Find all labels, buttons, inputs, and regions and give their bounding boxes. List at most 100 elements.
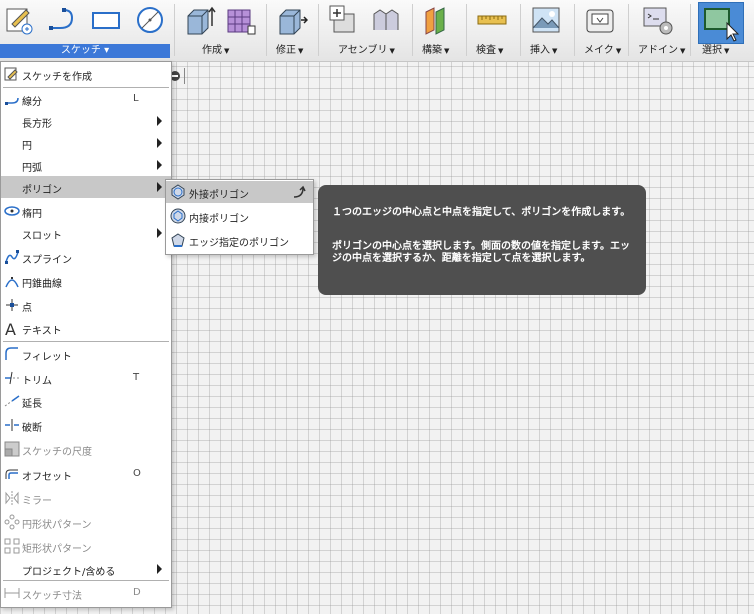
extend-icon	[4, 395, 20, 407]
menu-item-label: 点	[22, 303, 32, 314]
menu-item-sketch-scale[interactable]: スケッチの尺度	[1, 438, 171, 460]
menu-item-circular-pattern[interactable]: 円形状パターン	[1, 511, 171, 533]
toolbar-separator	[318, 4, 319, 56]
menu-item-label: オフセット	[22, 472, 72, 483]
spline-icon	[5, 250, 19, 264]
sketch-dropdown-menu: スケッチを作成 線分 L 長方形 円 円弧 ポリゴン 楕円 スロット スプライン…	[0, 61, 172, 608]
offset-icon	[5, 469, 18, 479]
create-menu-label[interactable]: 作成 ▼	[202, 44, 229, 58]
measure-icon[interactable]	[476, 4, 508, 36]
inspect-menu-label[interactable]: 検査 ▼	[476, 44, 503, 58]
select-menu-label[interactable]: 選択 ▼	[702, 44, 729, 58]
toolbar-separator	[466, 4, 467, 56]
joint-icon[interactable]	[370, 4, 402, 36]
create-sketch-icon[interactable]	[4, 4, 36, 36]
ellipse-icon	[4, 206, 20, 216]
menu-item-text[interactable]: A テキスト	[1, 317, 171, 339]
circumscribed-polygon-icon	[171, 184, 185, 200]
submenu-item-label: 外接ポリゴン	[189, 190, 249, 201]
menu-item-label: スプライン	[22, 255, 72, 266]
menu-item-extend[interactable]: 延長	[1, 390, 171, 412]
menu-item-point[interactable]: 点	[1, 294, 171, 316]
menu-item-label: 円	[22, 141, 32, 152]
panel-grip[interactable]	[184, 68, 185, 84]
menu-item-label: スケッチを作成	[22, 72, 92, 83]
menu-item-label: 円弧	[22, 163, 42, 174]
menu-item-label: スロット	[22, 231, 62, 242]
insert-image-icon[interactable]	[530, 4, 562, 36]
submenu-arrow-icon	[157, 116, 162, 126]
shortcut-key: D	[133, 587, 141, 598]
3d-print-icon[interactable]	[584, 4, 616, 36]
menu-item-spline[interactable]: スプライン	[1, 246, 171, 268]
break-icon	[5, 419, 19, 431]
addins-menu-label[interactable]: アドイン ▼	[638, 44, 685, 58]
trim-icon	[5, 371, 19, 385]
menu-item-label: 矩形状パターン	[22, 544, 92, 555]
fillet-icon	[5, 347, 18, 360]
menu-item-label: テキスト	[22, 326, 62, 337]
scripts-addins-icon[interactable]	[642, 4, 674, 36]
line-icon[interactable]	[46, 4, 78, 36]
shortcut-key: O	[133, 468, 141, 479]
text-icon: A	[5, 320, 16, 336]
menu-item-label: 長方形	[22, 119, 52, 130]
assemble-menu-label[interactable]: アセンブリ ▼	[338, 44, 395, 58]
sketch-menu-button[interactable]: スケッチ ▾	[0, 44, 170, 58]
menu-item-mirror[interactable]: ミラー	[1, 487, 171, 509]
menu-item-offset[interactable]: オフセット O	[1, 463, 171, 485]
submenu-item-inscribed-polygon[interactable]: 内接ポリゴン	[166, 205, 313, 227]
menu-item-label: スケッチ寸法	[22, 591, 82, 602]
menu-item-fillet[interactable]: フィレット	[1, 343, 171, 365]
tooltip-description: ポリゴンの中心点を選択します。側面の数の値を指定します。エッジの中点を選択するか…	[332, 241, 630, 264]
rectangular-pattern-icon	[4, 538, 20, 554]
menu-item-slot[interactable]: スロット	[1, 222, 171, 244]
submenu-arrow-icon	[157, 182, 162, 192]
toolbar-separator	[174, 4, 175, 56]
menu-item-rectangle[interactable]: 長方形	[1, 110, 171, 132]
menu-item-line[interactable]: 線分 L	[1, 88, 171, 110]
menu-item-label: フィレット	[22, 352, 72, 363]
make-menu-label[interactable]: メイク ▼	[584, 44, 621, 58]
menu-item-ellipse[interactable]: 楕円	[1, 200, 171, 222]
menu-item-label: 線分	[22, 97, 42, 108]
construct-menu-label[interactable]: 構築 ▼	[422, 44, 449, 58]
extrude-icon[interactable]	[184, 4, 216, 36]
shortcut-key: T	[133, 372, 140, 383]
toolbar-separator	[266, 4, 267, 56]
circular-pattern-icon	[4, 514, 20, 530]
conic-curve-icon	[5, 277, 19, 288]
command-tooltip: １つのエッジの中心点と中点を指定して、ポリゴンを作成します。 ポリゴンの中心点を…	[318, 185, 646, 295]
press-pull-icon[interactable]	[276, 4, 309, 36]
submenu-arrow-icon	[157, 228, 162, 238]
menu-item-circle[interactable]: 円	[1, 132, 171, 154]
select-button[interactable]	[698, 2, 744, 44]
menu-item-sketch-dimension[interactable]: スケッチ寸法 D	[1, 582, 171, 604]
rectangle-icon[interactable]	[90, 4, 122, 36]
menu-item-break[interactable]: 破断	[1, 414, 171, 436]
svg-text:A: A	[5, 320, 16, 336]
menu-item-rectangular-pattern[interactable]: 矩形状パターン	[1, 535, 171, 557]
menu-item-label: 円形状パターン	[22, 520, 92, 531]
menu-item-project-include[interactable]: プロジェクト/含める	[1, 558, 171, 580]
menu-item-label: 破断	[22, 423, 42, 434]
form-icon[interactable]	[224, 4, 256, 36]
submenu-item-edge-polygon[interactable]: エッジ指定のポリゴン	[166, 229, 313, 251]
offset-plane-icon[interactable]	[422, 4, 454, 36]
menu-item-create-sketch[interactable]: スケッチを作成	[1, 63, 171, 85]
modify-menu-label[interactable]: 修正 ▼	[276, 44, 303, 58]
menu-item-trim[interactable]: トリム T	[1, 367, 171, 389]
menu-item-conic-curve[interactable]: 円錐曲線	[1, 270, 171, 292]
menu-item-polygon[interactable]: ポリゴン	[1, 176, 171, 198]
inscribed-polygon-icon	[170, 208, 186, 224]
polygon-submenu: 外接ポリゴン 内接ポリゴン エッジ指定のポリゴン	[165, 179, 314, 255]
menu-item-arc[interactable]: 円弧	[1, 154, 171, 176]
new-component-icon[interactable]	[328, 4, 360, 36]
menu-item-label: 円錐曲線	[22, 279, 62, 290]
insert-menu-label[interactable]: 挿入 ▼	[530, 44, 557, 58]
tooltip-summary: １つのエッジの中心点と中点を指定して、ポリゴンを作成します。	[332, 207, 631, 218]
submenu-item-circumscribed-polygon[interactable]: 外接ポリゴン	[166, 181, 313, 203]
create-sketch-icon	[4, 67, 18, 81]
circle-icon[interactable]	[134, 4, 166, 36]
toolbar-separator	[412, 4, 413, 56]
